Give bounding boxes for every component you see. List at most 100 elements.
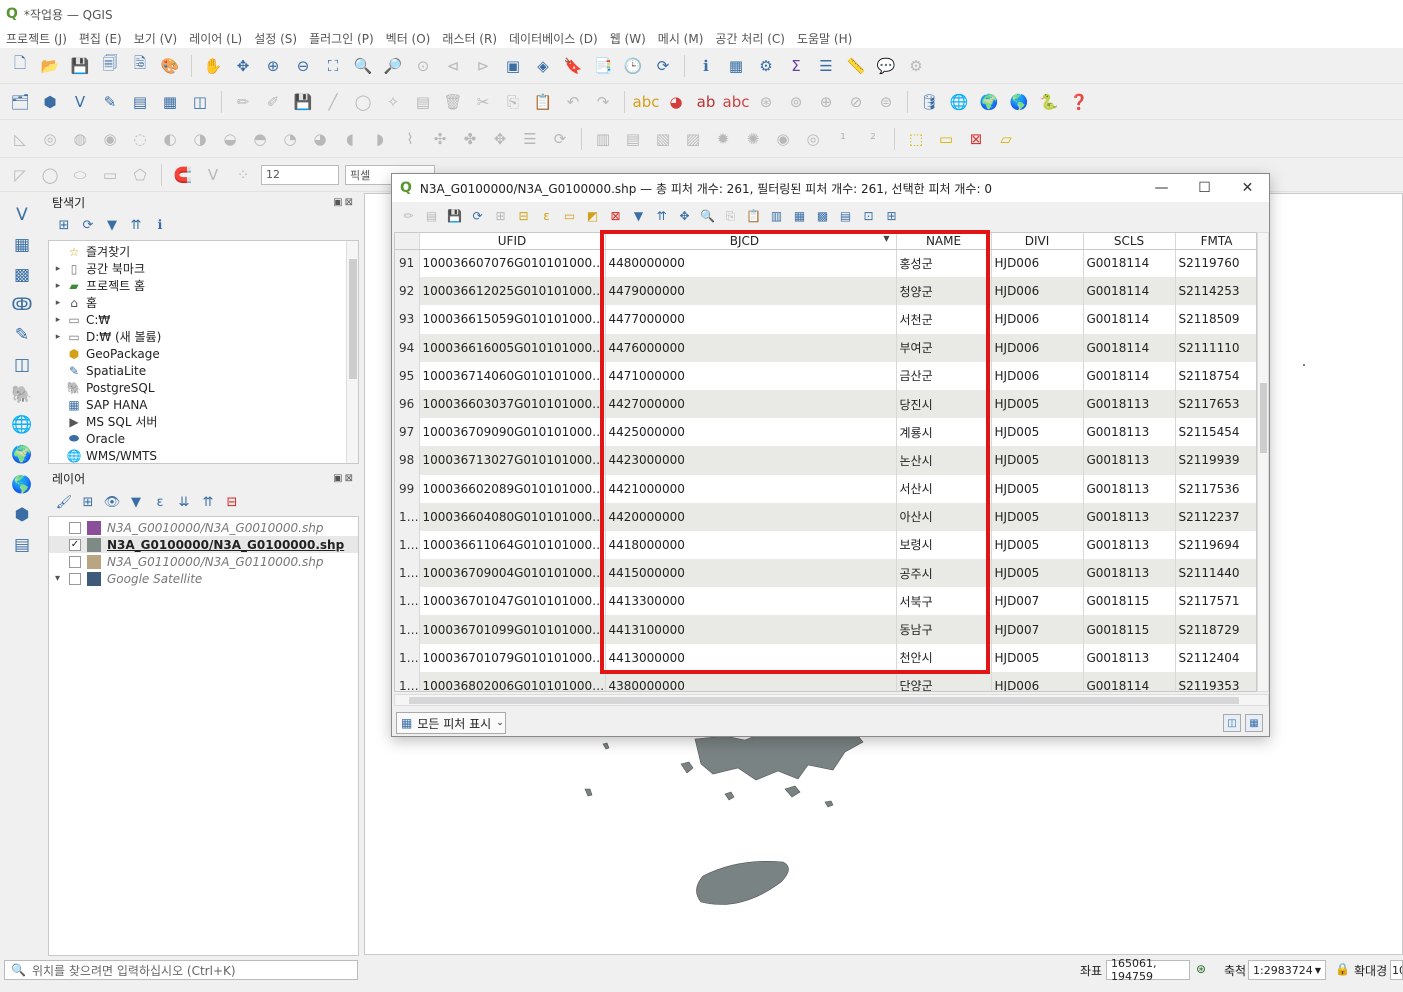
copy-rows-icon[interactable]: ⎘	[722, 208, 739, 225]
filter-legend-icon[interactable]: ▼	[128, 494, 144, 510]
add-delimited-text-icon[interactable]: ✎	[98, 90, 122, 114]
column-header-bjcd[interactable]: BJCD ▼	[605, 233, 897, 250]
point-icon-2[interactable]: ◎	[801, 127, 825, 151]
menu-item[interactable]: 벡터 (O)	[386, 30, 431, 47]
refresh-browser-icon[interactable]: ⟳	[80, 217, 96, 233]
show-all-features-button[interactable]: ▦ 모든 피처 표시 ⌄	[396, 712, 506, 734]
scale-field[interactable]: 1:2983724 ▼	[1248, 960, 1326, 980]
locator-search-input[interactable]: 🔍 위치를 찾으려면 입력하십시오 (Ctrl+K)	[4, 960, 358, 980]
remove-layer-icon[interactable]: ⊟	[224, 494, 240, 510]
add-postgis-icon[interactable]: 🐘	[10, 383, 34, 407]
new-3d-map-icon[interactable]: ◈	[531, 54, 555, 78]
label-settings-icon[interactable]: abc	[723, 90, 750, 114]
zoom-to-selected-icon[interactable]: 🔍	[699, 208, 716, 225]
label-tool-icon[interactable]: abc	[633, 90, 660, 114]
row-number-cell[interactable]: 101	[395, 530, 420, 560]
shape-circle-icon[interactable]: ◯	[38, 163, 62, 187]
table-row[interactable]: 96100036603037G0101010000000...442700000…	[395, 389, 1256, 419]
layer-visibility-checkbox[interactable]	[69, 572, 81, 585]
zoom-selection-icon[interactable]: 🔍	[351, 54, 375, 78]
digitize-segment-icon[interactable]: ◺	[8, 127, 32, 151]
web-globe-search-icon[interactable]: 🌍	[977, 90, 1001, 114]
paste-features-icon[interactable]: 📋	[531, 90, 555, 114]
row-number-cell[interactable]: 96	[395, 389, 420, 419]
browser-item[interactable]: 🌐 WMS/WMTS	[51, 447, 358, 464]
row-number-cell[interactable]: 97	[395, 418, 420, 447]
menu-item[interactable]: 도움말 (H)	[797, 30, 852, 47]
row-number-cell[interactable]: 106	[395, 671, 420, 691]
zoom-out-icon[interactable]: ⊖	[291, 54, 315, 78]
select-by-value-icon[interactable]: ▭	[934, 127, 958, 151]
table-view-icon[interactable]: ▦	[1245, 714, 1263, 732]
add-wms-icon[interactable]: 🌐	[10, 413, 34, 437]
delete-part-icon[interactable]: ◐	[158, 127, 182, 151]
table-row[interactable]: 91100036607076G0101010000000...448000000…	[395, 249, 1256, 278]
browser-item[interactable]: ☆ 즐겨찾기	[51, 243, 358, 260]
zoom-in-icon[interactable]: ⊕	[261, 54, 285, 78]
chart-icon-3[interactable]: ▧	[651, 127, 675, 151]
manage-themes-icon[interactable]: 👁	[104, 494, 121, 510]
add-mesh-icon[interactable]: ▩	[10, 263, 34, 287]
sun-icon-1[interactable]: ✹	[711, 127, 735, 151]
filter-browser-icon[interactable]: ▼	[104, 217, 120, 233]
save-edits-icon[interactable]: 💾	[291, 90, 315, 114]
properties-icon[interactable]: ℹ	[152, 217, 168, 233]
merge-features-icon[interactable]: ◕	[308, 127, 332, 151]
point-icon-1[interactable]: ◉	[771, 127, 795, 151]
style-manager-icon[interactable]: 🎨	[158, 54, 182, 78]
expand-arrow-icon[interactable]: ▸	[51, 264, 65, 274]
new-geopackage-icon[interactable]: ⬢	[10, 503, 34, 527]
close-icon[interactable]: ✕	[1226, 174, 1269, 202]
paste-rows-icon[interactable]: 📋	[745, 208, 762, 225]
offset-curve-icon[interactable]: ◒	[218, 127, 242, 151]
table-row[interactable]: 106100036802006G0101010000000...43800000…	[395, 671, 1256, 691]
browser-item[interactable]: ✎ SpatiaLite	[51, 362, 358, 379]
rotate-feature-icon[interactable]: ⟳	[548, 127, 572, 151]
zoom-last-icon[interactable]: ⊲	[441, 54, 465, 78]
fill-ring-icon[interactable]: ◉	[98, 127, 122, 151]
table-row[interactable]: 104100036701099G0101010000000...44131000…	[395, 615, 1256, 644]
new-print-layout-icon[interactable]: 🗐	[98, 54, 122, 78]
layer-visibility-checkbox[interactable]	[69, 521, 81, 534]
multi-edit-icon[interactable]: ▤	[423, 208, 440, 225]
diagram-icon[interactable]: ◕	[664, 90, 688, 114]
minimize-icon[interactable]: —	[1140, 174, 1183, 202]
new-field-icon[interactable]: ▥	[768, 208, 785, 225]
browser-item[interactable]: ▸ ▭ D:₩ (새 볼륨)	[51, 328, 358, 345]
dock-table-icon[interactable]: ⊡	[860, 208, 877, 225]
menu-item[interactable]: 웹 (W)	[610, 30, 646, 47]
browser-item[interactable]: ▸ ⌂ 홈	[51, 294, 358, 311]
menu-item[interactable]: 보기 (V)	[134, 30, 177, 47]
coordinate-field[interactable]: 165061, 194759	[1106, 957, 1190, 983]
text-icon-2[interactable]: ²	[861, 127, 885, 151]
toggle-editing-icon[interactable]: ✐	[261, 90, 285, 114]
delete-selected-icon[interactable]: ⊟	[515, 208, 532, 225]
collapse-all-icon[interactable]: ⇈	[128, 217, 144, 233]
merge-attributes-icon[interactable]: ◖	[338, 127, 362, 151]
pan-map-icon[interactable]: ✋	[201, 54, 225, 78]
expand-arrow-icon[interactable]: ▸	[51, 332, 65, 342]
layout-manager-icon[interactable]: 🗟	[128, 54, 152, 78]
zoom-next-icon[interactable]: ⊳	[471, 54, 495, 78]
table-row[interactable]: 93100036615059G0101010000000...447700000…	[395, 305, 1256, 334]
menu-item[interactable]: 공간 처리 (C)	[715, 30, 785, 47]
delete-ring-icon[interactable]: ◌	[128, 127, 152, 151]
crs-extents-icon[interactable]: ⊛	[1196, 962, 1206, 976]
table-row[interactable]: 99100036602089G0101010000000...442100000…	[395, 474, 1256, 503]
layer-visibility-checkbox[interactable]	[69, 555, 81, 568]
row-number-cell[interactable]: 99	[395, 474, 420, 503]
split-features-icon[interactable]: ◓	[248, 127, 272, 151]
modify-attributes-icon[interactable]: ▤	[411, 90, 435, 114]
rotate-point-icon[interactable]: ◗	[368, 127, 392, 151]
reverse-line-icon[interactable]: ✤	[458, 127, 482, 151]
highlight-labels-icon[interactable]: ab	[694, 90, 718, 114]
table-row[interactable]: 103100036701047G0101010000000...44133000…	[395, 587, 1256, 616]
table-row[interactable]: 95100036714060G0101010000000...447100000…	[395, 361, 1256, 390]
snapping-magnet-icon[interactable]: 🧲	[171, 163, 195, 187]
expand-all-icon[interactable]: ⇊	[176, 494, 192, 510]
row-number-cell[interactable]: 102	[395, 559, 420, 588]
add-virtual-layer-icon[interactable]: ▤	[128, 90, 152, 114]
column-header-fmta[interactable]: FMTA	[1175, 233, 1256, 250]
add-vector-icon[interactable]: V	[10, 203, 34, 227]
reload-table-icon[interactable]: ⟳	[469, 208, 486, 225]
